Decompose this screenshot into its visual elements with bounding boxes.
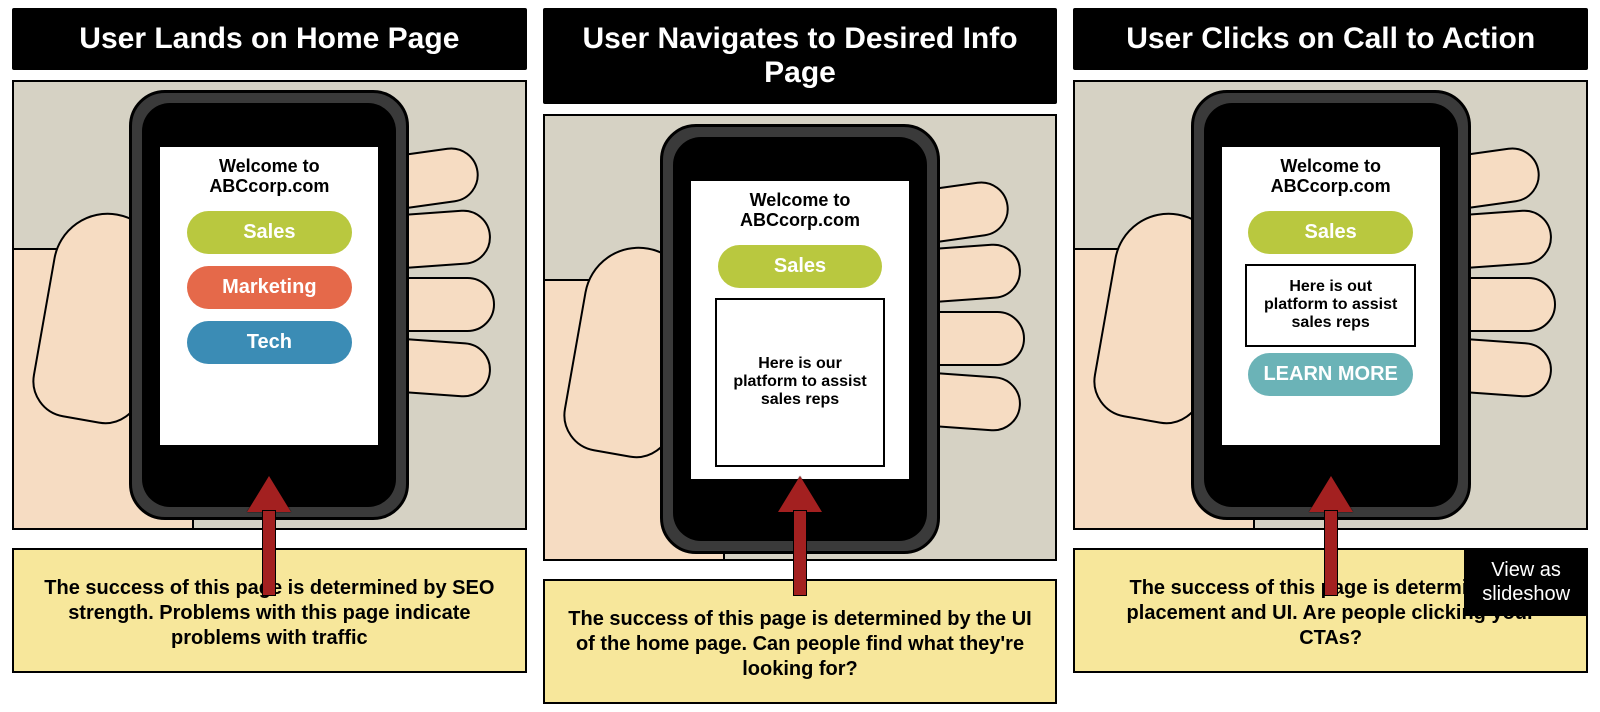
nav-pill-sales: Sales — [718, 245, 883, 288]
cta-learn-more: LEARN MORE — [1248, 353, 1413, 396]
panel-illustration: Welcome toABCcorp.com Sales Here is our … — [543, 114, 1058, 561]
nav-pill-sales: Sales — [187, 211, 352, 254]
hand-illustration: Welcome toABCcorp.com Sales Marketing Te… — [14, 82, 525, 528]
hand-illustration: Welcome toABCcorp.com Sales Here is out … — [1075, 82, 1586, 528]
nav-pill-tech: Tech — [187, 321, 352, 364]
hand-illustration: Welcome toABCcorp.com Sales Here is our … — [545, 116, 1056, 559]
nav-pill-marketing: Marketing — [187, 266, 352, 309]
screen-welcome-text: Welcome toABCcorp.com — [1271, 157, 1391, 197]
screen-welcome-text: Welcome toABCcorp.com — [740, 191, 860, 231]
panel-header: User Clicks on Call to Action — [1073, 8, 1588, 70]
panel-header: User Navigates to Desired Info Page — [543, 8, 1058, 104]
phone-frame: Welcome toABCcorp.com Sales Here is out … — [1191, 90, 1471, 520]
panel-caption: The success of this page is determined b… — [12, 548, 527, 673]
screen-info-box: Here is out platform to assist sales rep… — [1245, 264, 1416, 347]
phone-frame: Welcome toABCcorp.com Sales Marketing Te… — [129, 90, 409, 520]
panel-header: User Lands on Home Page — [12, 8, 527, 70]
panel-caption: The success of this page is determined b… — [543, 579, 1058, 704]
phone-screen: Welcome toABCcorp.com Sales Marketing Te… — [158, 145, 380, 447]
phone-frame: Welcome toABCcorp.com Sales Here is our … — [660, 124, 940, 554]
nav-pill-sales: Sales — [1248, 211, 1413, 254]
diagram-stage: User Lands on Home Page Welcome toABCcor… — [0, 0, 1600, 712]
phone-screen: Welcome toABCcorp.com Sales Here is our … — [689, 179, 911, 481]
panel-illustration: Welcome toABCcorp.com Sales Marketing Te… — [12, 80, 527, 530]
screen-info-box: Here is our platform to assist sales rep… — [715, 298, 886, 467]
panel-call-to-action: User Clicks on Call to Action Welcome to… — [1073, 8, 1588, 704]
view-as-slideshow-button[interactable]: View asslideshow — [1464, 548, 1588, 616]
phone-screen: Welcome toABCcorp.com Sales Here is out … — [1220, 145, 1442, 447]
panel-home-page: User Lands on Home Page Welcome toABCcor… — [12, 8, 527, 704]
panel-illustration: Welcome toABCcorp.com Sales Here is out … — [1073, 80, 1588, 530]
screen-welcome-text: Welcome toABCcorp.com — [209, 157, 329, 197]
panel-info-page: User Navigates to Desired Info Page Welc… — [543, 8, 1058, 704]
